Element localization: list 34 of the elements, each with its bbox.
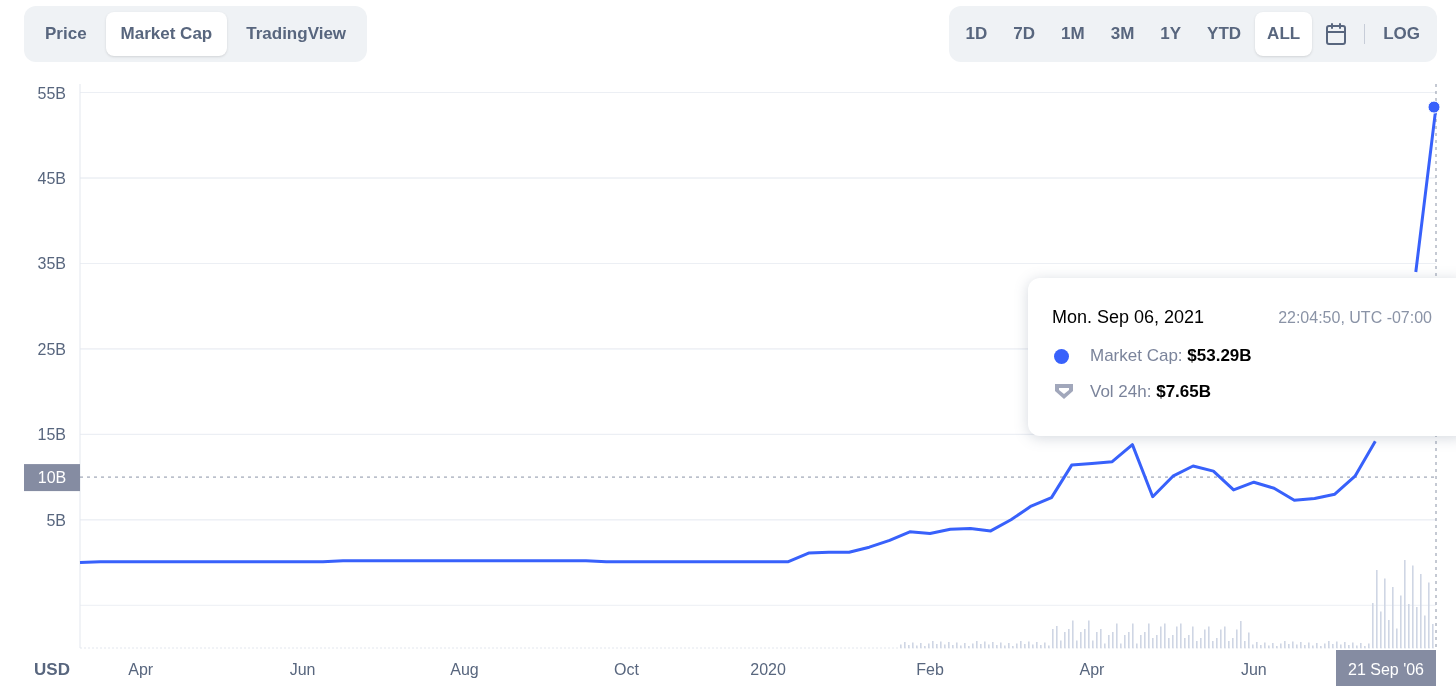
x-axis-label: Jun <box>289 661 316 678</box>
chart-tab[interactable]: Price <box>30 12 102 56</box>
tooltip-time: 22:04:50, UTC -07:00 <box>1278 308 1432 328</box>
y-axis-label: 55B <box>37 84 66 102</box>
calendar-icon <box>1324 22 1349 46</box>
tooltip-value: Market Cap: $53.29B <box>1090 345 1252 368</box>
x-axis-label: Apr <box>1079 661 1105 678</box>
range-button[interactable]: ALL <box>1255 12 1313 56</box>
y-axis-label: 25B <box>37 340 66 358</box>
range-button[interactable]: 7D <box>1001 12 1048 56</box>
y-axis-label: 15B <box>37 426 66 444</box>
range-button[interactable]: 1D <box>953 12 1000 56</box>
data-point-marker <box>1427 100 1441 114</box>
x-axis-label: Oct <box>614 661 639 678</box>
range-button[interactable]: 3M <box>1098 12 1147 56</box>
crosshair-x-tag: 21 Sep '06 <box>1336 650 1436 686</box>
x-axis-label: Aug <box>450 661 479 678</box>
log-button[interactable]: LOG <box>1371 12 1432 56</box>
currency-label: USD <box>34 660 70 679</box>
x-axis-label: Feb <box>916 661 944 678</box>
y-axis-label: 5B <box>46 511 66 529</box>
range-button[interactable]: 1M <box>1049 12 1097 56</box>
range-button[interactable]: 1Y <box>1148 12 1194 56</box>
chart-tab[interactable]: Market Cap <box>105 12 228 56</box>
crosshair-y-tag: 10B <box>24 464 80 492</box>
y-axis-label: 35B <box>37 255 66 273</box>
y-axis-label: 45B <box>37 170 66 187</box>
x-axis-label: 2020 <box>750 661 786 678</box>
x-axis-label: Jun <box>1240 661 1267 678</box>
tooltip-value: Vol 24h: $7.65B <box>1090 381 1211 404</box>
chart-tab[interactable]: TradingView <box>231 12 362 56</box>
x-axis-label: Apr <box>128 661 154 678</box>
range-button[interactable]: YTD <box>1195 12 1254 56</box>
tooltip-date: Mon. Sep 06, 2021 <box>1052 306 1205 329</box>
